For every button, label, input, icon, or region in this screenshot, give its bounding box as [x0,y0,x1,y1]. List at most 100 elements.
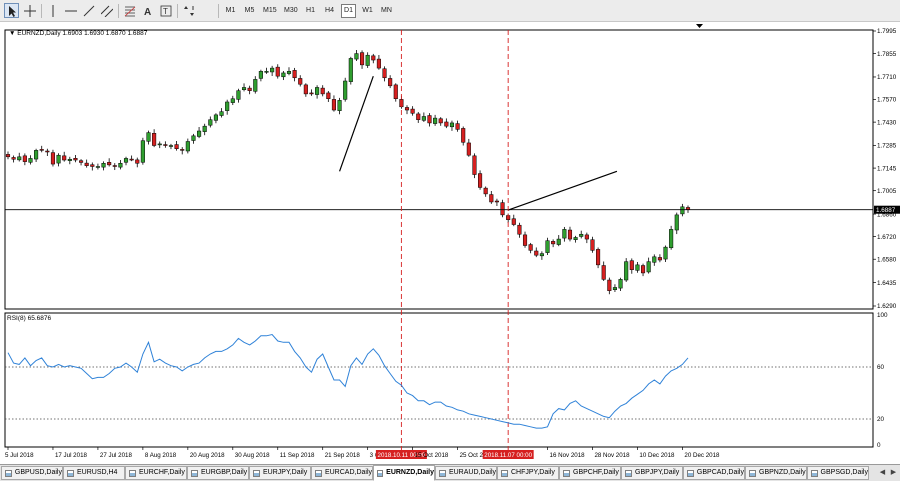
timeframe-d1-button[interactable]: D1 [341,4,356,18]
horizontal-line-tool-button[interactable] [63,3,78,18]
svg-text:T: T [163,7,168,16]
tab-eurjpy-daily[interactable]: EURJPY,Daily [249,466,311,480]
candle-bear [303,84,308,95]
tab-eurgbp-daily[interactable]: EURGBP,Daily [187,466,249,480]
date-tick-label: 21 Sep 2018 [325,452,361,459]
cursor-icon [8,5,16,17]
toolbar-separator [177,4,178,18]
rsi-header: RSI(8) 65.6876 [7,315,51,322]
timeframe-m5-button[interactable]: M5 [242,4,257,18]
candle-bull [624,261,629,281]
chart-toolbar: A T M1 M5 M15 M30 H1 H4 D1 W1 MN [0,0,900,22]
candle-bear [472,155,477,175]
candle-bull [635,264,640,271]
candle-bear [11,157,16,160]
candle-bull [146,132,151,142]
price-tick-label: 1.7570 [877,97,897,104]
candle-bull [213,114,218,121]
candle-bear [371,55,376,61]
candle-bull [573,237,578,240]
trendline-tool-button[interactable] [81,3,96,18]
chart-shift-marker[interactable] [696,24,703,28]
candle-bull [545,240,550,253]
tab-chfjpy-daily[interactable]: CHFJPY,Daily [497,466,559,480]
crosshair-icon [23,4,36,17]
chart-header: ▼ EURNZD,Daily 1.6903 1.6930 1.6870 1.68… [9,30,148,37]
tab-gbpjpy-daily[interactable]: GBPJPY,Daily [621,466,683,480]
tab-eurcad-daily[interactable]: EURCAD,Daily [311,466,373,480]
candle-bear [84,162,89,166]
left-arrow-icon[interactable]: ◀ [878,467,887,478]
price-chart[interactable]: ▼ EURNZD,Daily 1.6903 1.6930 1.6870 1.68… [0,22,900,464]
tab-gbpusd-daily[interactable]: GBPUSD,Daily [1,466,63,480]
tab-label: GBPNZD,Daily [759,469,806,476]
candle-bull [197,130,202,137]
tab-label: EURGBP,Daily [201,469,248,476]
candle-bull [579,233,584,237]
candle-bear [90,164,95,167]
timeframe-h1-button[interactable]: H1 [303,4,318,18]
candle-bear [494,200,499,203]
channel-tool-button[interactable] [99,3,114,18]
tab-gbpchf-daily[interactable]: GBPCHF,Daily [559,466,621,480]
candle-bull [191,135,196,141]
candle-bear [410,108,415,114]
timeframe-m1-button[interactable]: M1 [223,4,238,18]
timeframe-h4-button[interactable]: H4 [322,4,337,18]
candle-bear [500,202,505,216]
candle-bear [590,239,595,251]
timeframe-mn-button[interactable]: MN [379,4,394,18]
price-tick-label: 1.6290 [877,303,897,310]
candle-bear [601,265,606,280]
chart-icon [563,469,570,477]
tab-gbpsgd-daily[interactable]: GBPSGD,Daily [807,466,869,480]
timeframe-m30-button[interactable]: M30 [282,4,299,18]
chart-icon [5,469,12,477]
chart-icon [625,469,632,477]
tab-eurchf-daily[interactable]: EURCHF,Daily [125,466,187,480]
price-tick-label: 1.6720 [877,234,897,241]
candle-bull [337,100,342,111]
candle-bear [45,150,50,153]
candle-bear [584,234,589,240]
vertical-line-tool-button[interactable] [45,3,60,18]
cursor-tool-button[interactable] [4,3,19,18]
candle-bear [416,113,421,120]
text-label-tool-button[interactable]: T [158,3,173,18]
candle-bear [466,142,471,156]
tab-euraud-daily[interactable]: EURAUD,Daily [435,466,497,480]
chart-icon [315,469,322,477]
candle-bull [539,253,544,257]
arrows-tool-button[interactable] [181,3,196,18]
chart-icon [377,469,384,477]
price-pane-frame [4,29,874,310]
candle-bear [427,115,432,124]
timeframe-w1-button[interactable]: W1 [360,4,375,18]
candle-bear [404,107,410,111]
crosshair-tool-button[interactable] [22,3,37,18]
text-tool-button[interactable]: A [140,3,155,18]
candle-bull [140,140,145,163]
right-arrow-icon[interactable]: ▶ [889,467,898,478]
current-price-label: 1.6887 [876,207,896,214]
trendline-drawing[interactable] [507,170,618,211]
candle-bear [567,229,573,240]
candle-bull [674,214,679,231]
candle-bull [95,166,100,168]
toolbar-separator [118,4,119,18]
date-tick-label: 20 Dec 2018 [684,452,720,459]
tab-eurnzd-daily[interactable]: EURNZD,Daily [373,465,435,481]
chart-area[interactable]: ▼ EURNZD,Daily 1.6903 1.6930 1.6870 1.68… [0,22,900,464]
tab-gbpnzd-daily[interactable]: GBPNZD,Daily [745,466,807,480]
date-tick-label: 11 Sep 2018 [280,452,315,459]
candle-bear [528,244,533,251]
candle-bear [596,249,601,266]
date-tick-label: 15 Oct 2018 [415,452,449,459]
timeframe-m15-button[interactable]: M15 [261,4,278,18]
tab-eurusd-h4[interactable]: EURUSD,H4 [63,466,125,480]
tab-gbpcad-daily[interactable]: GBPCAD,Daily [683,466,745,480]
fibonacci-tool-button[interactable] [122,3,137,18]
candle-bear [551,241,556,245]
chart-icon [191,469,198,477]
price-tick-label: 1.7285 [877,143,897,150]
